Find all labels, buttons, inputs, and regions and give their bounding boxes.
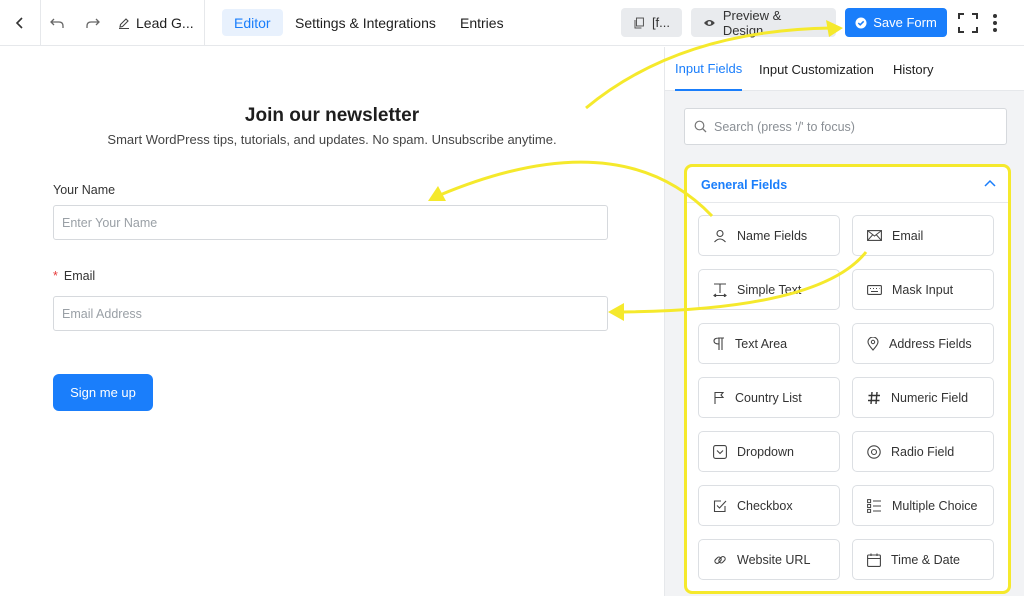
- field-mask-input[interactable]: Mask Input: [852, 269, 994, 310]
- more-options-button[interactable]: [986, 0, 1004, 46]
- field-label: Address Fields: [889, 336, 972, 351]
- back-button[interactable]: [0, 0, 40, 46]
- hash-icon: [868, 391, 880, 404]
- fields-sidebar: Input Fields Input Customization History…: [664, 47, 1024, 596]
- field-email[interactable]: Email: [852, 215, 994, 256]
- list-icon: [867, 498, 881, 513]
- field-website-url[interactable]: Website URL: [698, 539, 840, 580]
- calendar-icon: [867, 553, 881, 567]
- text-cursor-icon: [713, 282, 727, 297]
- field-label: Radio Field: [891, 444, 955, 459]
- field-name-fields[interactable]: Name Fields: [698, 215, 840, 256]
- fullscreen-icon: [958, 13, 978, 33]
- email-label-text: Email: [63, 269, 96, 283]
- shortcode-label: [f...: [651, 15, 670, 30]
- map-pin-icon: [867, 336, 879, 351]
- field-country-list[interactable]: Country List: [698, 377, 840, 418]
- pencil-icon: [119, 18, 129, 29]
- search-input[interactable]: [714, 119, 994, 134]
- email-input[interactable]: [53, 296, 608, 331]
- chevron-up-icon: [984, 179, 996, 187]
- sign-me-up-button[interactable]: Sign me up: [53, 374, 153, 411]
- field-time-date[interactable]: Time & Date: [852, 539, 994, 580]
- checkbox-icon: [713, 499, 727, 512]
- undo-icon: [50, 18, 64, 28]
- general-fields-title: General Fields: [701, 177, 788, 192]
- newsletter-title: Join our newsletter: [244, 105, 420, 126]
- form-title-button[interactable]: Lead G...: [118, 0, 194, 46]
- redo-button[interactable]: [80, 0, 106, 46]
- field-label: Website URL: [737, 552, 811, 567]
- tab-input-customization[interactable]: Input Customization: [759, 47, 874, 91]
- field-label: Numeric Field: [891, 390, 969, 405]
- general-fields-panel: General Fields Name Fields Email Simple …: [684, 164, 1011, 594]
- field-label: Mask Input: [892, 282, 954, 297]
- tab-input-fields[interactable]: Input Fields: [675, 47, 743, 91]
- field-label: Dropdown: [737, 444, 794, 459]
- dropdown-icon: [713, 444, 727, 459]
- field-address-fields[interactable]: Address Fields: [852, 323, 994, 364]
- redo-icon: [86, 18, 100, 28]
- field-text-area[interactable]: Text Area: [698, 323, 840, 364]
- field-label: Email: [892, 228, 924, 243]
- sidebar-tabs: Input Fields Input Customization History: [665, 47, 1024, 91]
- field-dropdown[interactable]: Dropdown: [698, 431, 840, 472]
- link-icon: [714, 555, 726, 564]
- check-circle-icon: [855, 17, 867, 28]
- field-label: Time & Date: [891, 552, 961, 567]
- envelope-icon: [867, 230, 882, 241]
- field-numeric-field[interactable]: Numeric Field: [852, 377, 994, 418]
- name-field-label: Your Name: [53, 183, 116, 197]
- form-title-text: Lead G...: [136, 15, 194, 31]
- name-input[interactable]: [53, 205, 608, 240]
- save-form-label: Save Form: [873, 15, 937, 30]
- fullscreen-button[interactable]: [955, 0, 981, 46]
- preview-design-label: Preview & Design: [722, 7, 782, 38]
- radio-icon: [867, 444, 881, 459]
- required-asterisk: *: [53, 269, 58, 283]
- search-icon: [694, 120, 707, 133]
- field-label: Multiple Choice: [892, 498, 978, 513]
- keyboard-icon: [867, 284, 882, 295]
- tab-editor[interactable]: Editor: [222, 9, 283, 36]
- user-icon: [714, 229, 726, 242]
- flag-icon: [714, 391, 725, 404]
- undo-button[interactable]: [44, 0, 70, 46]
- tab-history[interactable]: History: [893, 47, 933, 91]
- tab-entries[interactable]: Entries: [448, 9, 516, 36]
- paragraph-icon: [713, 336, 724, 350]
- field-label: Checkbox: [737, 498, 793, 513]
- form-canvas: Join our newsletter Smart WordPress tips…: [0, 47, 664, 596]
- tab-settings-integrations[interactable]: Settings & Integrations: [283, 9, 448, 36]
- top-bar: Lead G... Editor Settings & Integrations…: [0, 0, 1024, 46]
- field-label: Text Area: [735, 336, 788, 351]
- field-radio-field[interactable]: Radio Field: [852, 431, 994, 472]
- newsletter-subtitle: Smart WordPress tips, tutorials, and upd…: [107, 132, 557, 147]
- general-fields-header[interactable]: General Fields: [687, 167, 1008, 203]
- field-label: Country List: [735, 390, 802, 405]
- email-field-label: * Email: [53, 269, 95, 283]
- field-multiple-choice[interactable]: Multiple Choice: [852, 485, 994, 526]
- more-vertical-icon: [993, 14, 997, 32]
- chevron-left-icon: [15, 17, 23, 29]
- field-simple-text[interactable]: Simple Text: [698, 269, 840, 310]
- copy-icon: [634, 17, 644, 28]
- field-checkbox[interactable]: Checkbox: [698, 485, 840, 526]
- field-label: Name Fields: [737, 228, 808, 243]
- preview-design-button[interactable]: Preview & Design: [691, 7, 836, 38]
- field-search[interactable]: [684, 108, 1007, 145]
- eye-icon: [703, 19, 715, 26]
- field-label: Simple Text: [737, 282, 802, 297]
- save-form-button[interactable]: Save Form: [845, 8, 947, 37]
- shortcode-button[interactable]: [f...: [621, 8, 682, 37]
